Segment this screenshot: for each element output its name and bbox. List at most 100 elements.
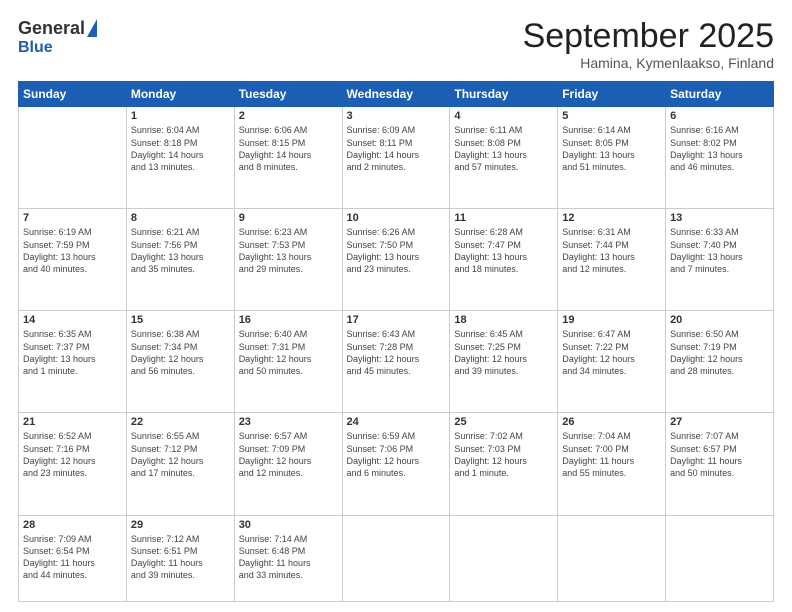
day-info: Sunrise: 6:33 AMSunset: 7:40 PMDaylight:… bbox=[670, 226, 769, 275]
day-number: 18 bbox=[454, 314, 553, 326]
calendar-week-1: 1Sunrise: 6:04 AMSunset: 8:18 PMDaylight… bbox=[19, 107, 774, 209]
day-info: Sunrise: 7:02 AMSunset: 7:03 PMDaylight:… bbox=[454, 430, 553, 479]
calendar-cell: 17 Sunrise: 6:43 AMSunset: 7:28 PMDayligh… bbox=[342, 311, 450, 413]
day-info: Sunrise: 6:28 AMSunset: 7:47 PMDaylight:… bbox=[454, 226, 553, 275]
day-number: 19 bbox=[562, 314, 661, 326]
day-info: Sunrise: 6:50 AMSunset: 7:19 PMDaylight:… bbox=[670, 328, 769, 377]
day-info: Sunrise: 6:26 AMSunset: 7:50 PMDaylight:… bbox=[347, 226, 446, 275]
day-info: Sunrise: 6:14 AMSunset: 8:05 PMDaylight:… bbox=[562, 124, 661, 173]
calendar-header-thursday: Thursday bbox=[450, 82, 558, 107]
calendar-header-tuesday: Tuesday bbox=[234, 82, 342, 107]
day-info: Sunrise: 6:21 AMSunset: 7:56 PMDaylight:… bbox=[131, 226, 230, 275]
day-number: 25 bbox=[454, 416, 553, 428]
calendar-header-monday: Monday bbox=[126, 82, 234, 107]
day-info: Sunrise: 7:04 AMSunset: 7:00 PMDaylight:… bbox=[562, 430, 661, 479]
day-info: Sunrise: 7:09 AMSunset: 6:54 PMDaylight:… bbox=[23, 533, 122, 582]
calendar-cell: 7 Sunrise: 6:19 AMSunset: 7:59 PMDaylight… bbox=[19, 209, 127, 311]
day-info: Sunrise: 6:04 AMSunset: 8:18 PMDaylight:… bbox=[131, 124, 230, 173]
day-number: 7 bbox=[23, 212, 122, 224]
calendar-header-sunday: Sunday bbox=[19, 82, 127, 107]
title-month: September 2025 bbox=[523, 18, 774, 55]
day-number: 2 bbox=[239, 110, 338, 122]
calendar-cell: 18 Sunrise: 6:45 AMSunset: 7:25 PMDayligh… bbox=[450, 311, 558, 413]
calendar-cell: 3 Sunrise: 6:09 AMSunset: 8:11 PMDaylight… bbox=[342, 107, 450, 209]
day-info: Sunrise: 7:12 AMSunset: 6:51 PMDaylight:… bbox=[131, 533, 230, 582]
day-info: Sunrise: 6:23 AMSunset: 7:53 PMDaylight:… bbox=[239, 226, 338, 275]
day-info: Sunrise: 6:35 AMSunset: 7:37 PMDaylight:… bbox=[23, 328, 122, 377]
calendar-cell: 19 Sunrise: 6:47 AMSunset: 7:22 PMDayligh… bbox=[558, 311, 666, 413]
calendar-header-row: SundayMondayTuesdayWednesdayThursdayFrid… bbox=[19, 82, 774, 107]
calendar-cell: 12Sunrise: 6:31 AMSunset: 7:44 PMDayligh… bbox=[558, 209, 666, 311]
calendar-header-saturday: Saturday bbox=[666, 82, 774, 107]
calendar-cell bbox=[450, 515, 558, 601]
calendar-cell bbox=[558, 515, 666, 601]
calendar-cell bbox=[666, 515, 774, 601]
day-number: 11 bbox=[454, 212, 553, 224]
day-info: Sunrise: 7:14 AMSunset: 6:48 PMDaylight:… bbox=[239, 533, 338, 582]
calendar-header-friday: Friday bbox=[558, 82, 666, 107]
day-number: 29 bbox=[131, 519, 230, 531]
day-info: Sunrise: 6:55 AMSunset: 7:12 PMDaylight:… bbox=[131, 430, 230, 479]
day-info: Sunrise: 6:40 AMSunset: 7:31 PMDaylight:… bbox=[239, 328, 338, 377]
day-number: 15 bbox=[131, 314, 230, 326]
logo-general: General bbox=[18, 18, 85, 39]
day-number: 3 bbox=[347, 110, 446, 122]
day-number: 17 bbox=[347, 314, 446, 326]
logo-triangle-icon bbox=[87, 19, 97, 37]
title-location: Hamina, Kymenlaakso, Finland bbox=[523, 55, 774, 71]
title-block: September 2025 Hamina, Kymenlaakso, Finl… bbox=[523, 18, 774, 71]
day-info: Sunrise: 6:06 AMSunset: 8:15 PMDaylight:… bbox=[239, 124, 338, 173]
day-number: 27 bbox=[670, 416, 769, 428]
day-number: 20 bbox=[670, 314, 769, 326]
day-info: Sunrise: 6:45 AMSunset: 7:25 PMDaylight:… bbox=[454, 328, 553, 377]
calendar-cell: 16 Sunrise: 6:40 AMSunset: 7:31 PMDayligh… bbox=[234, 311, 342, 413]
day-number: 22 bbox=[131, 416, 230, 428]
day-number: 4 bbox=[454, 110, 553, 122]
calendar-cell: 10 Sunrise: 6:26 AMSunset: 7:50 PMDayligh… bbox=[342, 209, 450, 311]
calendar-cell: 6 Sunrise: 6:16 AMSunset: 8:02 PMDaylight… bbox=[666, 107, 774, 209]
calendar-cell: 28 Sunrise: 7:09 AMSunset: 6:54 PMDayligh… bbox=[19, 515, 127, 601]
calendar-cell: 11 Sunrise: 6:28 AMSunset: 7:47 PMDayligh… bbox=[450, 209, 558, 311]
calendar-cell: 20 Sunrise: 6:50 AMSunset: 7:19 PMDayligh… bbox=[666, 311, 774, 413]
day-info: Sunrise: 6:09 AMSunset: 8:11 PMDaylight:… bbox=[347, 124, 446, 173]
calendar-cell: 2 Sunrise: 6:06 AMSunset: 8:15 PMDaylight… bbox=[234, 107, 342, 209]
day-number: 6 bbox=[670, 110, 769, 122]
day-number: 13 bbox=[670, 212, 769, 224]
calendar-cell: 9Sunrise: 6:23 AMSunset: 7:53 PMDaylight… bbox=[234, 209, 342, 311]
day-number: 21 bbox=[23, 416, 122, 428]
calendar-week-5: 28 Sunrise: 7:09 AMSunset: 6:54 PMDayligh… bbox=[19, 515, 774, 601]
calendar-cell: 22 Sunrise: 6:55 AMSunset: 7:12 PMDayligh… bbox=[126, 413, 234, 515]
day-number: 10 bbox=[347, 212, 446, 224]
calendar-cell: 29 Sunrise: 7:12 AMSunset: 6:51 PMDayligh… bbox=[126, 515, 234, 601]
day-number: 28 bbox=[23, 519, 122, 531]
calendar-cell: 15Sunrise: 6:38 AMSunset: 7:34 PMDayligh… bbox=[126, 311, 234, 413]
calendar-cell: 4 Sunrise: 6:11 AMSunset: 8:08 PMDaylight… bbox=[450, 107, 558, 209]
calendar-week-4: 21Sunrise: 6:52 AMSunset: 7:16 PMDayligh… bbox=[19, 413, 774, 515]
day-info: Sunrise: 6:47 AMSunset: 7:22 PMDaylight:… bbox=[562, 328, 661, 377]
calendar-cell bbox=[342, 515, 450, 601]
calendar-cell: 24Sunrise: 6:59 AMSunset: 7:06 PMDayligh… bbox=[342, 413, 450, 515]
day-info: Sunrise: 6:31 AMSunset: 7:44 PMDaylight:… bbox=[562, 226, 661, 275]
calendar-header-wednesday: Wednesday bbox=[342, 82, 450, 107]
logo: General Blue bbox=[18, 18, 97, 57]
calendar-cell: 8Sunrise: 6:21 AMSunset: 7:56 PMDaylight… bbox=[126, 209, 234, 311]
calendar-cell: 13 Sunrise: 6:33 AMSunset: 7:40 PMDayligh… bbox=[666, 209, 774, 311]
day-number: 16 bbox=[239, 314, 338, 326]
day-number: 26 bbox=[562, 416, 661, 428]
calendar-week-2: 7 Sunrise: 6:19 AMSunset: 7:59 PMDaylight… bbox=[19, 209, 774, 311]
calendar-cell bbox=[19, 107, 127, 209]
calendar-week-3: 14Sunrise: 6:35 AMSunset: 7:37 PMDayligh… bbox=[19, 311, 774, 413]
calendar-cell: 27Sunrise: 7:07 AMSunset: 6:57 PMDayligh… bbox=[666, 413, 774, 515]
day-info: Sunrise: 6:11 AMSunset: 8:08 PMDaylight:… bbox=[454, 124, 553, 173]
calendar-cell: 5 Sunrise: 6:14 AMSunset: 8:05 PMDaylight… bbox=[558, 107, 666, 209]
calendar-cell: 14Sunrise: 6:35 AMSunset: 7:37 PMDayligh… bbox=[19, 311, 127, 413]
day-number: 30 bbox=[239, 519, 338, 531]
logo-blue: Blue bbox=[18, 39, 53, 57]
day-info: Sunrise: 6:19 AMSunset: 7:59 PMDaylight:… bbox=[23, 226, 122, 275]
calendar-cell: 26 Sunrise: 7:04 AMSunset: 7:00 PMDayligh… bbox=[558, 413, 666, 515]
day-number: 5 bbox=[562, 110, 661, 122]
day-info: Sunrise: 6:59 AMSunset: 7:06 PMDaylight:… bbox=[347, 430, 446, 479]
logo-text: General bbox=[18, 18, 97, 39]
day-info: Sunrise: 6:16 AMSunset: 8:02 PMDaylight:… bbox=[670, 124, 769, 173]
day-info: Sunrise: 6:43 AMSunset: 7:28 PMDaylight:… bbox=[347, 328, 446, 377]
